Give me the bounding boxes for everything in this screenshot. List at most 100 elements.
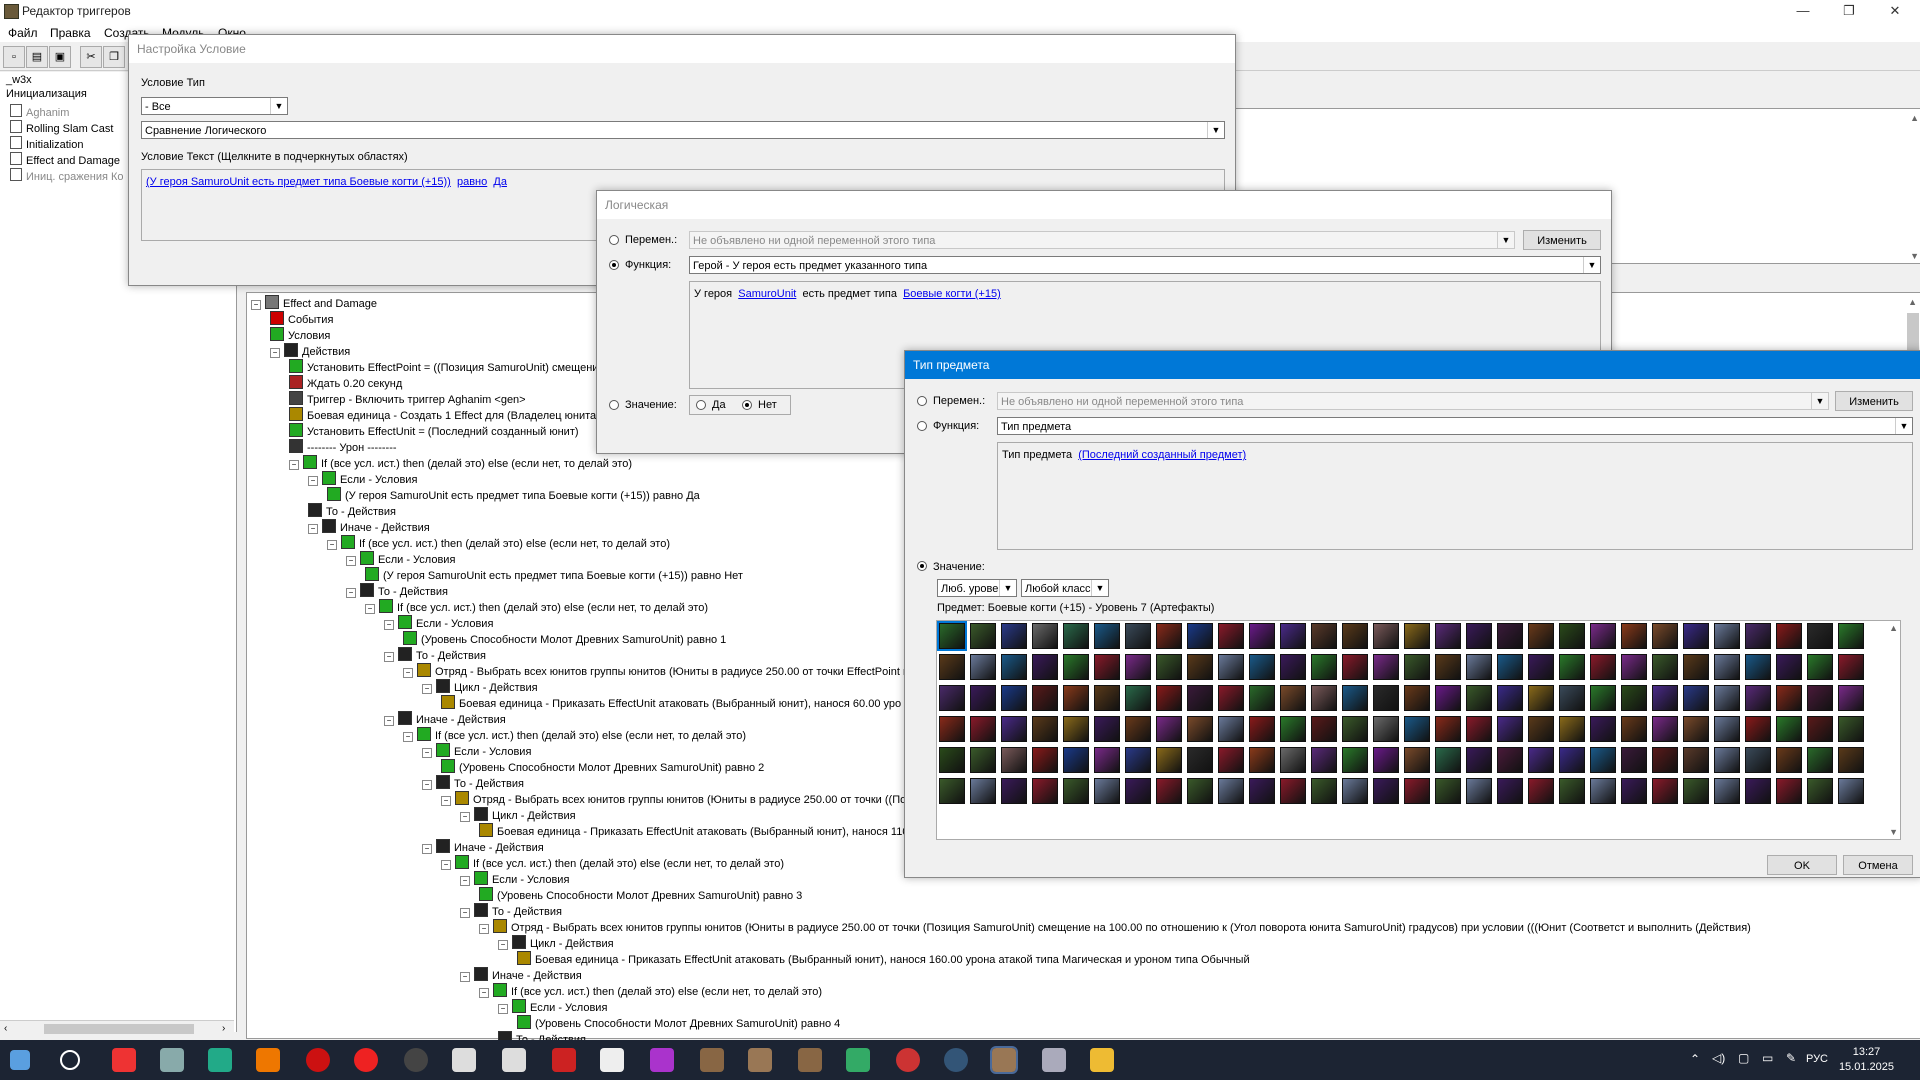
item-icon[interactable] bbox=[1063, 716, 1089, 742]
item-icon[interactable] bbox=[1652, 623, 1678, 649]
item-icon[interactable] bbox=[1032, 747, 1058, 773]
item-icon[interactable] bbox=[1280, 716, 1306, 742]
cancel-button[interactable]: Отмена bbox=[1843, 855, 1913, 875]
camera-icon[interactable]: ▢ bbox=[1738, 1051, 1749, 1065]
item-icon[interactable] bbox=[1125, 685, 1151, 711]
item-icon[interactable] bbox=[1063, 778, 1089, 804]
tree-node[interactable]: − If (все усл. ист.) then (делай это) els… bbox=[289, 455, 632, 471]
item-icon[interactable] bbox=[1404, 747, 1430, 773]
item-icon[interactable] bbox=[1280, 747, 1306, 773]
item-icon[interactable] bbox=[1714, 778, 1740, 804]
item-icon[interactable] bbox=[1373, 747, 1399, 773]
collapse-icon[interactable]: − bbox=[251, 300, 261, 310]
item-icon[interactable] bbox=[1094, 778, 1120, 804]
tree-node[interactable]: − Цикл - Действия bbox=[460, 807, 576, 823]
collapse-icon[interactable]: − bbox=[384, 716, 394, 726]
item-icon[interactable] bbox=[1187, 778, 1213, 804]
tree-node[interactable]: Боевая единица - Приказать EffectUnit ат… bbox=[441, 695, 901, 711]
calculator-icon[interactable] bbox=[1042, 1048, 1066, 1072]
item-icon[interactable] bbox=[1032, 654, 1058, 680]
tree-node[interactable]: Ждать 0.20 секунд bbox=[289, 375, 402, 391]
maximize-button[interactable]: ❐ bbox=[1826, 0, 1872, 22]
item-icon[interactable] bbox=[1838, 654, 1864, 680]
item-icon[interactable] bbox=[1032, 778, 1058, 804]
item-icon[interactable] bbox=[1187, 685, 1213, 711]
item-icon[interactable] bbox=[1218, 654, 1244, 680]
record-icon[interactable] bbox=[306, 1048, 330, 1072]
world-editor-icon[interactable] bbox=[798, 1048, 822, 1072]
item-icon[interactable] bbox=[1559, 716, 1585, 742]
collapse-icon[interactable]: − bbox=[384, 652, 394, 662]
item-icon[interactable] bbox=[970, 685, 996, 711]
tree-node[interactable]: Боевая единица - Приказать EffectUnit ат… bbox=[517, 951, 1250, 967]
item-icon[interactable] bbox=[1621, 747, 1647, 773]
tree-node[interactable]: − Если - Условия bbox=[422, 743, 531, 759]
item-icon[interactable] bbox=[1311, 716, 1337, 742]
tree-node[interactable]: − If (все усл. ист.) then (делай это) els… bbox=[441, 855, 784, 871]
tree-node[interactable]: − То - Действия bbox=[422, 775, 524, 791]
item-icon[interactable] bbox=[1776, 778, 1802, 804]
item-icon[interactable] bbox=[1466, 716, 1492, 742]
item-icon[interactable] bbox=[1125, 716, 1151, 742]
item-icon[interactable] bbox=[1652, 778, 1678, 804]
tree-node[interactable]: События bbox=[270, 311, 333, 327]
ok-button[interactable]: OK bbox=[1767, 855, 1837, 875]
item-icon[interactable] bbox=[1528, 778, 1554, 804]
item-icon[interactable] bbox=[1001, 716, 1027, 742]
world-editor-icon[interactable] bbox=[700, 1048, 724, 1072]
function-select[interactable]: Тип предмета ▼ bbox=[997, 417, 1913, 435]
open-folder-icon[interactable]: ▤ bbox=[26, 46, 48, 68]
item-icon[interactable] bbox=[1063, 747, 1089, 773]
collapse-icon[interactable]: − bbox=[460, 972, 470, 982]
item-icon[interactable] bbox=[1094, 654, 1120, 680]
pen-icon[interactable]: ✎ bbox=[1786, 1051, 1796, 1065]
item-icon[interactable] bbox=[1590, 716, 1616, 742]
windows-start-icon[interactable] bbox=[10, 1050, 30, 1070]
blender-icon[interactable] bbox=[256, 1048, 280, 1072]
function-radio[interactable] bbox=[609, 260, 619, 270]
item-icon[interactable] bbox=[1745, 623, 1771, 649]
item-icon[interactable] bbox=[1249, 654, 1275, 680]
tree-node[interactable]: То - Действия bbox=[308, 503, 396, 519]
item-icon[interactable] bbox=[1094, 623, 1120, 649]
collapse-icon[interactable]: − bbox=[308, 476, 318, 486]
trigger-item[interactable]: Initialization bbox=[10, 136, 83, 151]
item-icon[interactable] bbox=[1621, 716, 1647, 742]
item-type-link[interactable]: Боевые когти (+15) bbox=[903, 288, 1001, 300]
change-button[interactable]: Изменить bbox=[1523, 230, 1601, 250]
item-icon[interactable] bbox=[1094, 747, 1120, 773]
tree-node[interactable]: − Если - Условия bbox=[384, 615, 493, 631]
item-icon[interactable] bbox=[1776, 716, 1802, 742]
item-icon[interactable] bbox=[939, 716, 965, 742]
item-icon[interactable] bbox=[1497, 747, 1523, 773]
tree-node[interactable]: (Уровень Способности Молот Древних Samur… bbox=[517, 1015, 840, 1031]
item-icon[interactable] bbox=[1497, 685, 1523, 711]
collapse-icon[interactable]: − bbox=[422, 684, 432, 694]
item-icon[interactable] bbox=[1776, 654, 1802, 680]
item-icon[interactable] bbox=[1590, 747, 1616, 773]
item-icon[interactable] bbox=[1559, 685, 1585, 711]
item-icon[interactable] bbox=[1683, 685, 1709, 711]
item-icon[interactable] bbox=[1342, 685, 1368, 711]
item-icon[interactable] bbox=[1032, 716, 1058, 742]
item-icon[interactable] bbox=[1249, 747, 1275, 773]
collapse-icon[interactable]: − bbox=[460, 876, 470, 886]
window-icon[interactable] bbox=[452, 1048, 476, 1072]
item-icon[interactable] bbox=[1466, 685, 1492, 711]
collapse-icon[interactable]: − bbox=[441, 796, 451, 806]
collapse-icon[interactable]: − bbox=[403, 732, 413, 742]
item-icon[interactable] bbox=[1249, 778, 1275, 804]
item-icon[interactable] bbox=[1280, 654, 1306, 680]
item-icon[interactable] bbox=[1156, 654, 1182, 680]
item-icon[interactable] bbox=[1218, 685, 1244, 711]
last-created-item-link[interactable]: (Последний созданный предмет) bbox=[1078, 449, 1246, 461]
item-icon[interactable] bbox=[1652, 654, 1678, 680]
condition-link-operator[interactable]: равно bbox=[457, 176, 487, 188]
item-icon[interactable] bbox=[1838, 778, 1864, 804]
item-icon[interactable] bbox=[939, 685, 965, 711]
tree-node[interactable]: − If (все усл. ист.) then (делай это) els… bbox=[403, 727, 746, 743]
collapse-icon[interactable]: − bbox=[346, 588, 356, 598]
item-icon[interactable] bbox=[1373, 778, 1399, 804]
item-icon[interactable] bbox=[1714, 654, 1740, 680]
item-icon[interactable] bbox=[1683, 623, 1709, 649]
